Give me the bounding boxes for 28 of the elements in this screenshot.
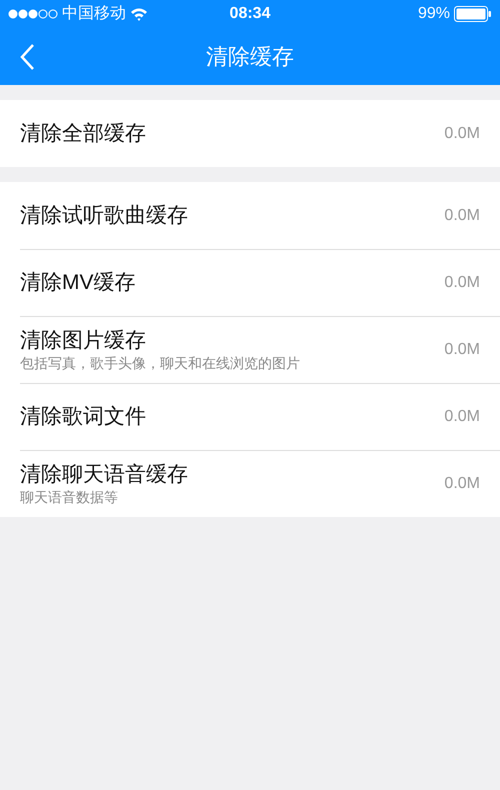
cache-size: 0.0M [444,273,480,293]
row-title: 清除试听歌曲缓存 [20,202,189,228]
row-subtitle: 包括写真，歌手头像，聊天和在线浏览的图片 [20,354,301,372]
battery-icon [454,6,492,22]
row-title: 清除MV缓存 [20,270,136,296]
row-title: 清除全部缓存 [20,120,147,146]
cache-row[interactable]: 清除图片缓存 包括写真，歌手头像，聊天和在线浏览的图片 0.0M [20,316,500,383]
carrier-name: 中国移动 [62,4,126,24]
back-chevron-icon [19,43,35,71]
cache-size: 0.0M [444,474,480,494]
cache-size: 0.0M [444,407,480,427]
cache-row[interactable]: 清除聊天语音缓存 聊天语音数据等 0.0M [20,450,500,517]
cache-row[interactable]: 清除MV缓存 0.0M [20,249,500,316]
cache-row[interactable]: 清除试听歌曲缓存 0.0M [20,182,500,249]
cache-size: 0.0M [444,340,480,360]
status-time: 08:34 [230,4,270,24]
cache-row[interactable]: 清除歌词文件 0.0M [20,383,500,450]
page-title: 清除缓存 [206,43,294,71]
row-title: 清除聊天语音缓存 [20,462,189,488]
row-subtitle: 聊天语音数据等 [20,488,119,506]
row-title: 清除图片缓存 [20,328,147,354]
signal-icon [8,9,58,19]
cache-row[interactable]: 清除全部缓存 0.0M [20,100,500,167]
cache-size: 0.0M [444,206,480,226]
cache-size: 0.0M [444,124,480,144]
wifi-icon [130,7,148,21]
battery-percent: 99% [418,4,450,24]
row-title: 清除歌词文件 [20,404,147,430]
